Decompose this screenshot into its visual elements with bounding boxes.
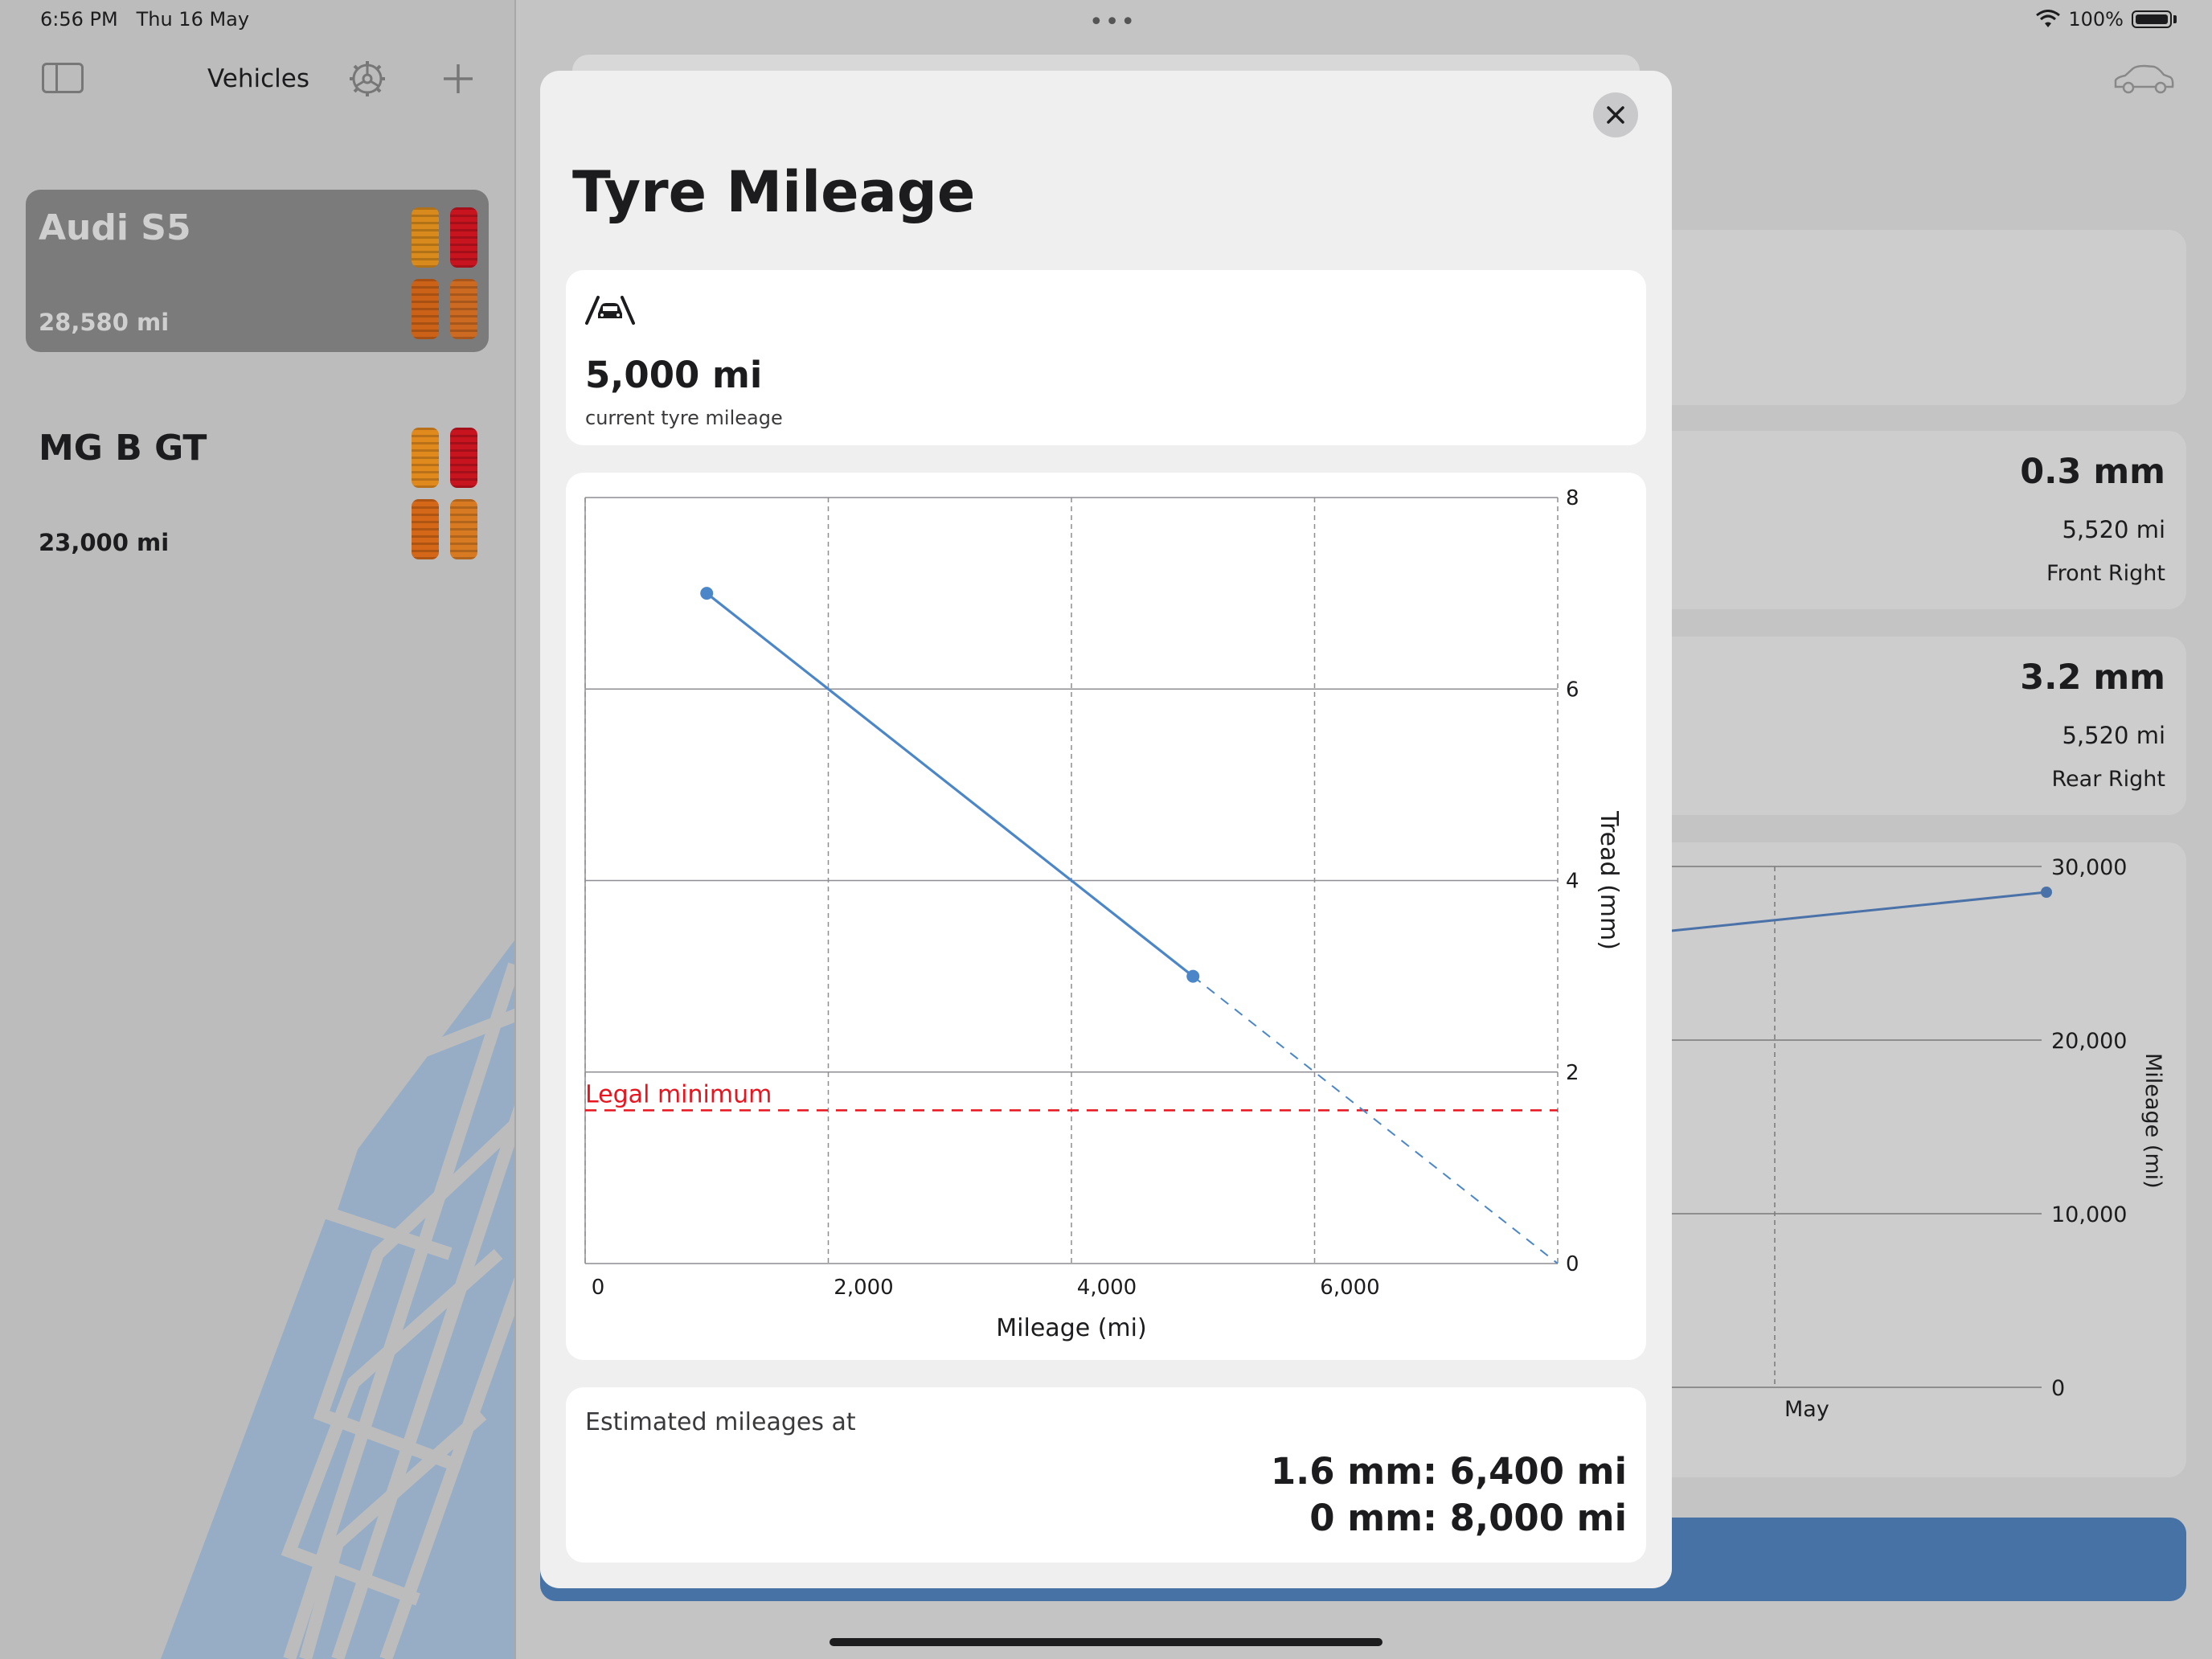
x-tick-label: 0 xyxy=(592,1276,605,1300)
detail-summary-card xyxy=(1656,230,2186,405)
vehicle-card-audi-s5[interactable]: Audi S5 28,580 mi xyxy=(26,190,489,352)
tyre-mileage-value: 5,520 mi xyxy=(2062,722,2165,749)
vehicle-card-mg-b-gt[interactable]: MG B GT 23,000 mi xyxy=(26,410,489,572)
multitasking-dots-icon[interactable]: ••• xyxy=(1089,8,1137,36)
x-axis-label: Mileage (mi) xyxy=(996,1314,1146,1342)
sidebar-title: Vehicles xyxy=(207,64,310,93)
battery-percent: 100% xyxy=(2068,8,2124,31)
y-tick-label: 0 xyxy=(1566,1252,1579,1276)
status-time-date: 6:56 PM Thu 16 May xyxy=(40,8,249,31)
y-tick-label: 20,000 xyxy=(2051,1029,2127,1054)
y-tick-label: 6 xyxy=(1566,678,1579,702)
tyre-rear-left-icon xyxy=(412,279,439,339)
vehicle-name: Audi S5 xyxy=(39,207,191,248)
tread-line xyxy=(706,592,1194,977)
status-indicators: 100% xyxy=(2036,8,2177,31)
tyre-front-left-icon xyxy=(412,428,439,488)
tyre-status-grid xyxy=(408,428,477,559)
sidebar: Vehicles Audi S5 28,580 mi MG B GT 23,00… xyxy=(0,0,516,1659)
close-button[interactable] xyxy=(1593,92,1638,137)
tyre-rear-right-icon xyxy=(450,279,477,339)
tyre-mileage-sheet: Tyre Mileage 5,000 mi current tyre milea… xyxy=(540,71,1672,1588)
x-tick-label: May xyxy=(1784,1397,1829,1422)
home-indicator[interactable] xyxy=(830,1638,1382,1646)
plus-icon[interactable] xyxy=(440,61,476,96)
estimate-legal-minimum: 1.6 mm: 6,400 mi xyxy=(1270,1450,1627,1493)
x-tick-label: 6,000 xyxy=(1320,1276,1379,1300)
y-tick-label: 8 xyxy=(1566,486,1579,510)
tread-chart: 0 2 4 6 8 0 2,000 4,000 6,000 Mileage (mi) Tread (… xyxy=(584,486,1623,1342)
tyre-rear-right-icon xyxy=(450,499,477,559)
battery-icon xyxy=(2132,10,2172,28)
mileage-history-card: 30,000 20,000 10,000 0 May Mileage (mi) xyxy=(1656,842,2186,1477)
y-tick-label: 10,000 xyxy=(2051,1202,2127,1227)
estimated-mileages-card: Estimated mileages at 1.6 mm: 6,400 mi 0… xyxy=(566,1387,1646,1563)
y-axis-label: Mileage (mi) xyxy=(2140,1053,2165,1189)
tyre-front-right-icon xyxy=(450,428,477,488)
tyre-front-left-icon xyxy=(412,207,439,268)
current-mileage-value: 5,000 mi xyxy=(585,354,763,396)
status-time: 6:56 PM xyxy=(40,8,118,31)
tyre-position-label: Front Right xyxy=(2046,561,2165,586)
tyre-card-rear-right[interactable]: 3.2 mm 5,520 mi Rear Right xyxy=(1656,637,2186,815)
sidebar-toggle-icon[interactable] xyxy=(42,63,84,93)
battery-cap xyxy=(2173,15,2177,23)
legal-minimum-label: Legal minimum xyxy=(585,1080,772,1108)
status-date: Thu 16 May xyxy=(136,8,250,31)
current-mileage-caption: current tyre mileage xyxy=(585,407,783,429)
x-tick-label: 4,000 xyxy=(1077,1276,1137,1300)
wifi-icon xyxy=(2036,10,2061,27)
y-tick-label: 2 xyxy=(1566,1061,1579,1085)
current-mileage-card: 5,000 mi current tyre mileage xyxy=(566,270,1646,445)
estimates-title: Estimated mileages at xyxy=(585,1408,856,1436)
vehicle-name: MG B GT xyxy=(39,428,207,469)
car-outline-icon[interactable] xyxy=(2112,63,2175,95)
vehicle-mileage: 28,580 mi xyxy=(39,309,170,336)
projection-line xyxy=(1192,975,1559,1264)
y-tick-label: 4 xyxy=(1566,870,1579,894)
tyre-mileage-value: 5,520 mi xyxy=(2062,516,2165,543)
close-icon xyxy=(1607,106,1624,124)
tyre-rear-left-icon xyxy=(412,499,439,559)
history-point xyxy=(2041,887,2052,898)
tyre-front-right-icon xyxy=(450,207,477,268)
tyre-status-grid xyxy=(408,207,477,339)
x-tick-label: 2,000 xyxy=(834,1276,893,1300)
settings-icon[interactable] xyxy=(348,59,387,98)
vehicle-mileage: 23,000 mi xyxy=(39,529,170,556)
tyre-card-front-right[interactable]: 0.3 mm 5,520 mi Front Right xyxy=(1656,431,2186,609)
y-tick-label: 30,000 xyxy=(2051,855,2127,880)
estimate-zero-tread: 0 mm: 8,000 mi xyxy=(1309,1497,1627,1539)
road-car-icon xyxy=(585,296,635,325)
mileage-history-chart: 30,000 20,000 10,000 0 May Mileage (mi) xyxy=(1656,855,2165,1422)
tyre-tread-value: 0.3 mm xyxy=(2020,452,2165,492)
tyre-tread-value: 3.2 mm xyxy=(2020,657,2165,698)
sheet-title: Tyre Mileage xyxy=(572,159,976,225)
tread-chart-card: 0 2 4 6 8 0 2,000 4,000 6,000 Mileage (mi) Tread (… xyxy=(566,473,1646,1360)
tread-point xyxy=(700,587,714,600)
y-tick-label: 0 xyxy=(2051,1376,2065,1401)
tyre-position-label: Rear Right xyxy=(2051,767,2166,792)
y-axis-label: Tread (mm) xyxy=(1595,810,1623,950)
